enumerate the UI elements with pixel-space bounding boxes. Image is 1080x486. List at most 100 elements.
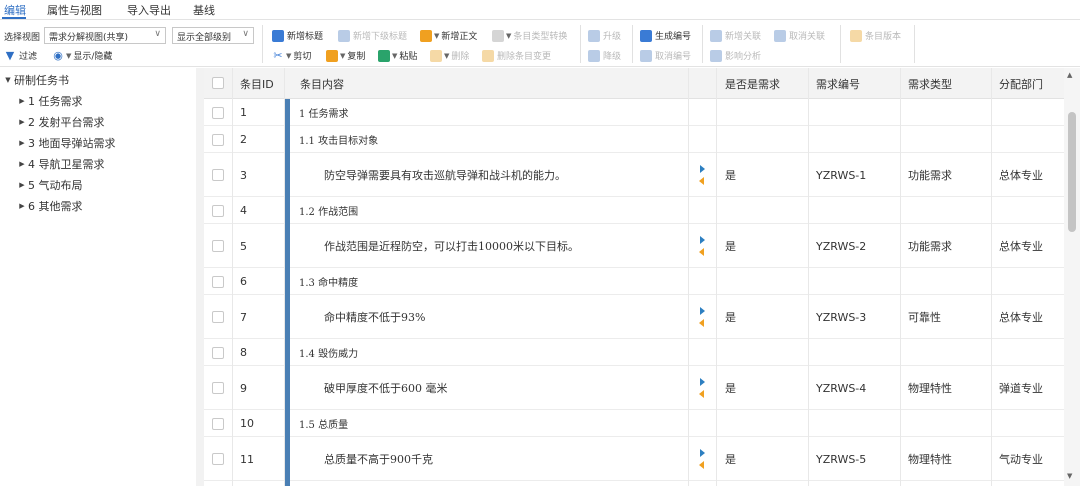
version-icon [850,29,862,42]
cell-id: 10 [240,417,254,430]
collapse-left-icon[interactable] [699,177,704,185]
table-row[interactable]: 1 1 任务需求 [204,99,1064,126]
item-version-label: 条目版本 [865,32,902,42]
filter-button[interactable]: ▼ 过滤 [4,49,37,62]
row-checkbox[interactable] [212,240,224,252]
level-select[interactable]: 显示全部级别 ∨ [172,27,254,44]
tree-item[interactable]: ▶ 2 发射平台需求 [16,112,104,132]
collapse-left-icon[interactable] [699,390,704,398]
expand-right-icon[interactable] [700,236,705,244]
select-all-checkbox[interactable] [212,77,224,89]
row-checkbox[interactable] [212,276,224,288]
tab-import-export[interactable]: 导入导出 [127,2,171,18]
table-row[interactable]: 7 命中精度不低于93% 是 YZRWS-3 可靠性 总体专业 [204,295,1064,339]
filter-label: 过滤 [19,52,38,62]
header-is-requirement[interactable]: 是否是需求 [725,68,780,99]
requirements-grid: 条目ID 条目内容 是否是需求 需求编号 需求类型 分配部门 1 1 任务需求 2 1… [204,68,1080,486]
new-sub-heading-button[interactable]: 新增下级标题 [338,29,407,42]
tab-baseline[interactable]: 基线 [193,2,215,18]
table-row[interactable]: 9 破甲厚度不低于600 毫米 是 YZRWS-4 物理特性 弹道专业 [204,366,1064,410]
copy-button[interactable]: ▼ 复制 [326,49,365,62]
caret-right-icon: ▶ [19,97,25,105]
row-checkbox[interactable] [212,347,224,359]
toolbar-separator [914,25,915,63]
table-row[interactable]: 2 1.1 攻击目标对象 [204,126,1064,153]
active-tab-indicator [2,17,26,19]
row-checkbox[interactable] [212,382,224,394]
table-row[interactable]: 8 1.4 毁伤威力 [204,339,1064,366]
tree-item[interactable]: ▶ 5 气动布局 [16,175,83,195]
cell-is-requirement: 是 [725,311,736,324]
promote-button[interactable]: 升级 [588,29,621,42]
tab-properties-views[interactable]: 属性与视图 [47,2,102,18]
header-department[interactable]: 分配部门 [999,68,1043,99]
row-checkbox[interactable] [212,107,224,119]
tab-edit[interactable]: 编辑 [4,2,26,18]
view-select[interactable]: 需求分解视图(共享) ∨ [44,27,166,44]
table-row[interactable]: 10 1.5 总质量 [204,410,1064,437]
type-convert-button[interactable]: ▼ 条目类型转换 [492,29,567,42]
tree-item[interactable]: ▶ 1 任务需求 [16,91,82,111]
toolbar-separator [702,25,703,63]
expand-right-icon[interactable] [700,307,705,315]
cancel-link-button[interactable]: 取消关联 [774,29,825,42]
item-version-button[interactable]: 条目版本 [850,29,901,42]
caret-right-icon: ▶ [19,139,25,147]
new-heading-button[interactable]: 新增标题 [272,29,323,42]
tree-item[interactable]: ▶ 6 其他需求 [16,196,82,216]
header-requirement-no[interactable]: 需求编号 [816,68,860,99]
row-checkbox[interactable] [212,311,224,323]
tree-item[interactable]: ▶ 3 地面导弹站需求 [16,133,115,153]
row-checkbox[interactable] [212,418,224,430]
scroll-down-icon[interactable]: ▼ [1067,472,1072,480]
new-body-button[interactable]: ▼ 新增正文 [420,29,477,42]
show-hide-button[interactable]: ◉ ▼ 显示/隐藏 [52,49,112,62]
paste-button[interactable]: ▼ 粘贴 [378,49,417,62]
expand-right-icon[interactable] [700,378,705,386]
table-row[interactable]: 3 防空导弹需要具有攻击巡航导弹和战斗机的能力。 是 YZRWS-1 功能需求 总体专业 [204,153,1064,197]
expand-right-icon[interactable] [700,165,705,173]
table-row[interactable]: 4 1.2 作战范围 [204,197,1064,224]
row-checkbox[interactable] [212,453,224,465]
caret-right-icon: ▶ [19,202,25,210]
delete-change-button[interactable]: 删除条目变更 [482,49,551,62]
column-divider [284,68,285,486]
hash-icon [640,29,652,42]
pane-splitter[interactable] [196,68,204,486]
toolbar-separator [262,25,263,63]
impact-analysis-icon [710,49,722,62]
expand-right-icon[interactable] [700,449,705,457]
header-id[interactable]: 条目ID [240,68,274,99]
row-checkbox[interactable] [212,205,224,217]
row-checkbox[interactable] [212,134,224,146]
demote-button[interactable]: 降级 [588,49,621,62]
vertical-scrollbar[interactable]: ▲ ▼ [1064,68,1080,486]
cancel-link-label: 取消关联 [789,32,826,42]
scrollbar-thumb[interactable] [1068,112,1076,232]
filter-icon: ▼ [5,48,15,62]
scroll-up-icon[interactable]: ▲ [1067,71,1072,79]
new-sub-heading-label: 新增下级标题 [353,32,408,42]
tree-item-label: 5 气动布局 [28,179,83,192]
generate-id-button[interactable]: 生成编号 [640,29,691,42]
header-content[interactable]: 条目内容 [300,68,344,99]
cancel-id-button[interactable]: 取消编号 [640,49,691,62]
impact-analysis-button[interactable]: 影响分析 [710,49,761,62]
cut-button[interactable]: ✂ ▼ 剪切 [272,49,311,62]
collapse-left-icon[interactable] [699,461,704,469]
header-requirement-type[interactable]: 需求类型 [908,68,952,99]
cell-id: 2 [240,133,247,146]
tree-item[interactable]: ▶ 4 导航卫星需求 [16,154,104,174]
table-row[interactable]: 6 1.3 命中精度 [204,268,1064,295]
chevron-down-icon: ∨ [242,29,249,39]
new-link-button[interactable]: 新增关联 [710,29,761,42]
tree-root[interactable]: ▼ 研制任务书 [2,70,69,90]
column-divider [900,68,901,486]
collapse-left-icon[interactable] [699,319,704,327]
table-row[interactable]: 11 总质量不高于900千克 是 YZRWS-5 物理特性 气动专业 [204,437,1064,481]
collapse-left-icon[interactable] [699,248,704,256]
cell-content-heading: 1.2 作战范围 [299,207,359,218]
table-row[interactable]: 5 作战范围是近程防空，可以打击10000米以下目标。 是 YZRWS-2 功能需求 总体… [204,224,1064,268]
row-checkbox[interactable] [212,169,224,181]
delete-button[interactable]: ▼ 删除 [430,49,469,62]
